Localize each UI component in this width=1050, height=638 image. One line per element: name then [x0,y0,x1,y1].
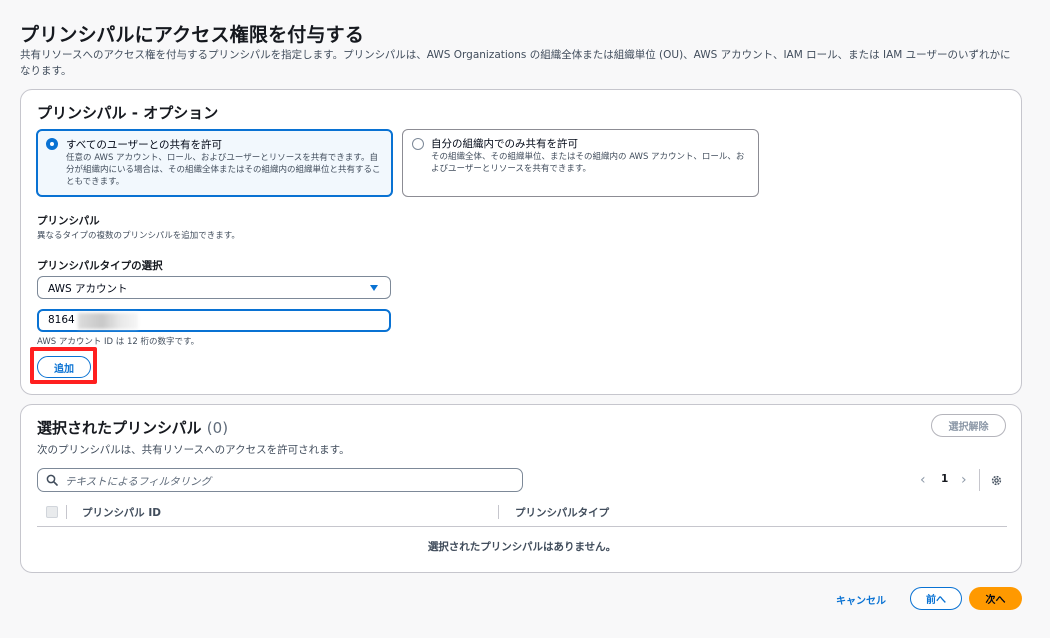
search-icon [46,474,58,486]
empty-message: 選択されたプリンシパルはありません。 [427,541,617,553]
chevron-right-icon[interactable]: › [961,472,973,488]
selected-count: (0) [206,419,229,437]
account-id-input[interactable]: 8164 [37,309,391,332]
principal-label: プリンシパル [37,215,100,227]
radio-share-all[interactable] [46,138,58,150]
add-button[interactable]: 追加 [37,356,91,378]
redacted-blur [78,313,138,329]
col-principal-id[interactable]: プリンシパル ID [82,505,161,520]
selected-title-text: 選択されたプリンシパル [37,419,202,437]
selected-title: 選択されたプリンシパル (0) [37,417,228,438]
page-number[interactable]: 1 [941,473,948,485]
tile-share-all[interactable]: すべてのユーザーとの共有を許可 任意の AWS アカウント、ロール、およびユーザ… [36,129,393,197]
principal-type-label: プリンシパルタイプの選択 [37,260,163,272]
principal-type-select[interactable]: AWS アカウント [37,276,391,299]
previous-button[interactable]: 前へ [910,587,962,610]
tile-share-org[interactable]: 自分の組織内でのみ共有を許可 その組織全体、その組織単位、またはその組織内の A… [402,129,759,197]
table-header: プリンシパル ID プリンシパルタイプ [37,501,1007,527]
next-button[interactable]: 次へ [969,587,1022,610]
tile-share-org-desc: その組織全体、その組織単位、またはその組織内の AWS アカウント、ロール、およ… [431,152,745,174]
selected-description: 次のプリンシパルは、共有リソースへのアクセスを許可されます。 [37,444,350,456]
tile-share-all-desc: 任意の AWS アカウント、ロール、およびユーザーとリソースを共有できます。自分… [66,153,381,187]
col-principal-type[interactable]: プリンシパルタイプ [515,505,609,520]
filter-input[interactable]: テキストによるフィルタリング [37,468,523,492]
principal-type-value: AWS アカウント [48,283,128,295]
chevron-left-icon[interactable]: ‹ [920,472,932,488]
tile-share-org-label: 自分の組織内でのみ共有を許可 [431,138,578,150]
selected-principals-card: 選択されたプリンシパル (0) 選択解除 次のプリンシパルは、共有リソースへのア… [20,404,1022,573]
account-id-value: 8164 [48,314,75,326]
clear-selection-button[interactable]: 選択解除 [931,414,1006,437]
gear-icon[interactable] [990,474,1003,487]
caret-down-icon [370,285,378,291]
tile-share-all-label: すべてのユーザーとの共有を許可 [66,139,223,151]
select-all-checkbox[interactable] [46,506,58,518]
pagination: ‹ 1 › [915,469,1015,491]
account-id-hint: AWS アカウント ID は 12 桁の数字です。 [37,337,200,347]
options-title: プリンシパル - オプション [37,104,219,122]
column-divider [498,505,499,519]
principal-options-card: プリンシパル - オプション すべてのユーザーとの共有を許可 任意の AWS ア… [20,89,1022,395]
page-description: 共有リソースへのアクセス権を付与するプリンシパルを指定します。プリンシパルは、A… [20,49,1011,77]
pager-divider [979,469,980,491]
page-title: プリンシパルにアクセス権限を付与する [20,24,365,46]
filter-placeholder: テキストによるフィルタリング [65,476,212,488]
cancel-button[interactable]: キャンセル [836,592,886,607]
column-divider [66,505,67,519]
radio-share-org[interactable] [412,138,424,150]
principal-desc: 異なるタイプの複数のプリンシパルを追加できます。 [37,231,240,241]
